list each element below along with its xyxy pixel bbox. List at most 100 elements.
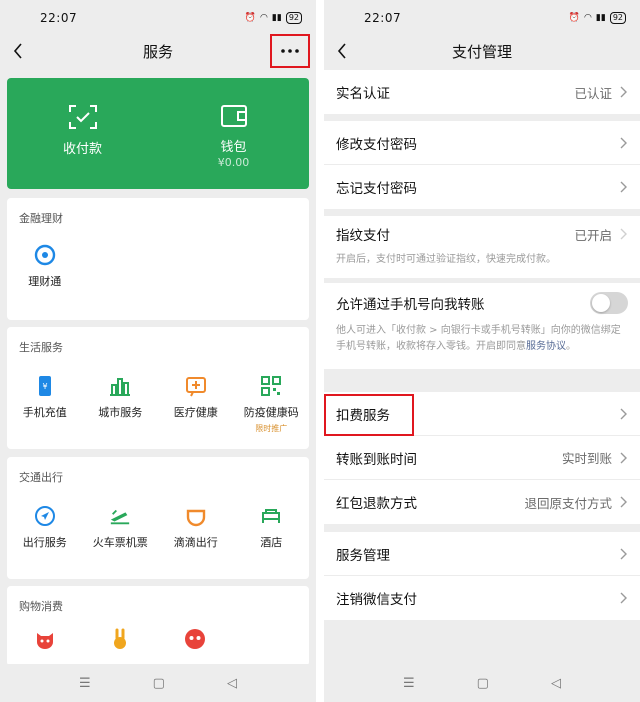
back-icon[interactable] xyxy=(6,36,30,66)
hotel-label: 酒店 xyxy=(260,536,283,549)
qr-code-icon xyxy=(260,375,282,397)
transfer-time-row[interactable]: 转账到账时间 实时到账 xyxy=(324,436,640,480)
shopping-item-1[interactable] xyxy=(7,628,82,650)
nav-bar: 服务 xyxy=(0,34,316,68)
medical-label: 医疗健康 xyxy=(173,406,218,419)
more-dots-icon xyxy=(281,49,299,53)
cancel-wechat-pay-row[interactable]: 注销微信支付 xyxy=(324,576,640,620)
phone-recharge-button[interactable]: ¥ 手机充值 xyxy=(7,375,83,434)
shopping-item-3[interactable] xyxy=(158,628,233,650)
rabbit-icon xyxy=(109,628,131,650)
phone-transfer-group: 允许通过手机号向我转账 他人可进入「收付款 > 向银行卡或手机号转账」向你的微信… xyxy=(324,283,640,369)
wallet-balance: ¥0.00 xyxy=(217,156,250,169)
travel-services-button[interactable]: 出行服务 xyxy=(7,505,83,550)
train-icon xyxy=(109,505,131,527)
shopping-section: 购物消费 xyxy=(7,586,309,666)
change-password-label: 修改支付密码 xyxy=(336,136,417,153)
hotel-button[interactable]: 酒店 xyxy=(234,505,310,550)
forgot-password-row[interactable]: 忘记支付密码 xyxy=(324,165,640,209)
alarm-icon: ⏰ xyxy=(568,13,581,23)
signal-icon: ▮▮ xyxy=(595,13,606,23)
back-nav-icon[interactable]: ◁ xyxy=(227,676,237,691)
city-services-label: 城市服务 xyxy=(98,406,143,419)
battery-icon: 92 xyxy=(609,12,626,24)
back-nav-icon[interactable]: ◁ xyxy=(551,676,561,691)
status-icons: ⏰ ◠ ▮▮ 92 xyxy=(245,12,302,24)
back-icon[interactable] xyxy=(330,36,354,66)
wifi-icon: ◠ xyxy=(260,13,268,23)
licaitong-button[interactable]: 理财通 xyxy=(7,244,83,289)
password-group: 修改支付密码 忘记支付密码 xyxy=(324,121,640,209)
health-code-button[interactable]: 防疫健康码 限时推广 xyxy=(234,375,310,434)
toggle-knob xyxy=(592,294,610,312)
chevron-right-icon xyxy=(620,86,627,98)
didi-button[interactable]: 滴滴出行 xyxy=(158,505,234,550)
phone-transfer-desc-text: 他人可进入「收付款 > 向银行卡或手机号转账」向你的微信绑定手机号转账，收款将存… xyxy=(336,325,621,352)
medical-icon xyxy=(185,375,207,397)
train-flight-button[interactable]: 火车票机票 xyxy=(83,505,159,550)
health-code-label: 防疫健康码 xyxy=(243,406,299,419)
section-title: 交通出行 xyxy=(19,471,63,484)
svg-text:¥: ¥ xyxy=(42,382,47,391)
phone-transfer-row: 允许通过手机号向我转账 xyxy=(324,283,640,323)
more-options-button[interactable] xyxy=(270,34,310,68)
nav-bar: 支付管理 xyxy=(324,36,640,66)
change-password-row[interactable]: 修改支付密码 xyxy=(324,121,640,165)
medical-button[interactable]: 医疗健康 xyxy=(158,375,234,434)
status-icons: ⏰ ◠ ▮▮ 92 xyxy=(569,12,626,24)
pay-button[interactable]: 收付款 xyxy=(7,78,158,189)
wifi-icon: ◠ xyxy=(584,13,592,23)
fingerprint-label: 指纹支付 xyxy=(336,228,390,244)
status-bar: 22:07 ⏰ ◠ ▮▮ 92 xyxy=(0,0,316,36)
pay-label: 收付款 xyxy=(62,142,102,157)
shopping-item-2[interactable] xyxy=(82,628,157,650)
service-agreement-link[interactable]: 服务协议 xyxy=(526,341,566,352)
chevron-right-icon xyxy=(620,408,627,419)
life-services-section: 生活服务 ¥ 手机充值 城市服务 医疗健康 防疫健康码 限时推广 xyxy=(7,327,309,449)
chevron-right-icon xyxy=(620,181,627,193)
refund-row[interactable]: 红包退款方式 退回原支付方式 xyxy=(324,480,640,524)
refund-value: 退回原支付方式 xyxy=(524,495,612,511)
phone-transfer-desc-end: 。 xyxy=(566,341,576,352)
promo-tag: 限时推广 xyxy=(255,424,288,433)
didi-icon xyxy=(185,505,207,527)
city-services-button[interactable]: 城市服务 xyxy=(83,375,159,434)
transfer-time-label: 转账到账时间 xyxy=(336,451,417,468)
didi-label: 滴滴出行 xyxy=(173,536,218,549)
transfer-time-value: 实时到账 xyxy=(561,451,612,466)
alarm-icon: ⏰ xyxy=(244,13,257,23)
home-icon[interactable]: ▢ xyxy=(153,676,165,691)
navigation-icon xyxy=(34,505,56,527)
panda-icon xyxy=(184,628,206,650)
page-title: 支付管理 xyxy=(451,42,512,61)
service-management-row[interactable]: 服务管理 xyxy=(324,532,640,576)
wallet-label: 钱包 xyxy=(220,140,247,155)
realname-row[interactable]: 实名认证 已认证 xyxy=(324,70,640,114)
section-title: 生活服务 xyxy=(19,341,63,354)
home-icon[interactable]: ▢ xyxy=(477,676,489,691)
deduction-row[interactable]: 扣费服务 xyxy=(324,392,640,436)
chevron-right-icon xyxy=(620,496,627,508)
phone-transfer-toggle[interactable] xyxy=(590,292,628,314)
system-nav-bar: ☰ ▢ ◁ xyxy=(324,664,640,702)
status-time: 22:07 xyxy=(40,11,78,25)
fingerprint-value: 已开启 xyxy=(574,227,612,243)
licaitong-label: 理财通 xyxy=(28,275,62,288)
status-bar: 22:07 ⏰ ◠ ▮▮ 92 xyxy=(324,0,640,36)
train-flight-label: 火车票机票 xyxy=(92,536,148,549)
page-title: 服务 xyxy=(142,42,173,61)
wallet-button[interactable]: 钱包 ¥0.00 xyxy=(158,78,309,189)
payment-management-screen: 22:07 ⏰ ◠ ▮▮ 92 支付管理 实名认证 已认证 修改支付密码 忘记支… xyxy=(324,0,640,702)
refund-label: 红包退款方式 xyxy=(336,496,417,512)
menu-icon[interactable]: ☰ xyxy=(79,676,91,691)
section-title: 金融理财 xyxy=(19,212,63,225)
realname-value: 已认证 xyxy=(574,85,612,101)
forgot-password-label: 忘记支付密码 xyxy=(336,181,417,197)
realname-label: 实名认证 xyxy=(336,86,390,102)
status-time: 22:07 xyxy=(364,11,402,25)
fingerprint-row[interactable]: 指纹支付 已开启 xyxy=(324,216,640,252)
phone-transfer-desc: 他人可进入「收付款 > 向银行卡或手机号转账」向你的微信绑定手机号转账，收款将存… xyxy=(324,323,640,369)
menu-icon[interactable]: ☰ xyxy=(403,676,415,691)
services-screen: 22:07 ⏰ ◠ ▮▮ 92 服务 收付款 钱包 ¥0.00 金融理财 理财通… xyxy=(0,0,316,702)
cat-mall-icon xyxy=(34,628,56,650)
